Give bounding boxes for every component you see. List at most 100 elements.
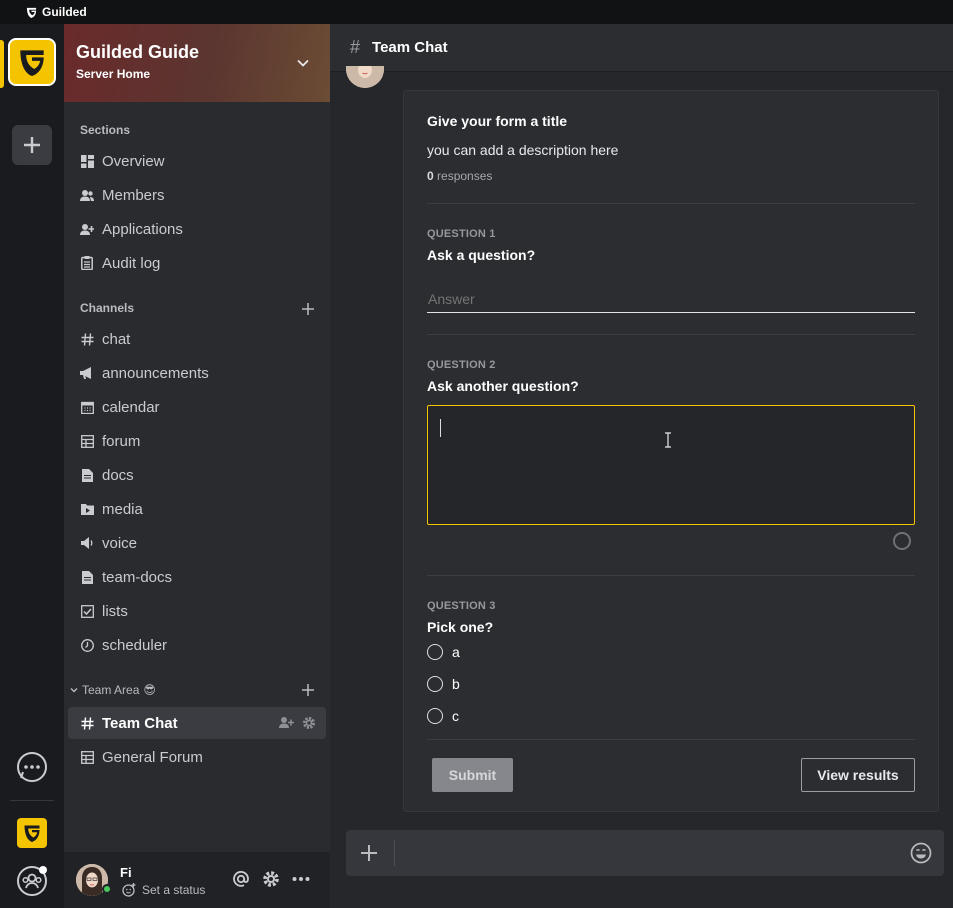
emoji-icon[interactable] <box>910 842 932 864</box>
app-title: Guilded <box>42 5 87 19</box>
radio-option-b[interactable]: b <box>427 676 460 692</box>
sidebar-item-label: media <box>102 500 143 518</box>
sidebar-item-announcements[interactable]: announcements <box>68 357 326 389</box>
gear-icon[interactable] <box>302 716 316 730</box>
more-icon[interactable] <box>292 870 310 888</box>
sidebar-item-label: docs <box>102 466 134 484</box>
divider <box>427 203 915 204</box>
sidebar-item-docs[interactable]: docs <box>68 459 326 491</box>
online-status-dot <box>102 884 112 894</box>
radio-label: b <box>452 676 460 692</box>
sidebar-item-media[interactable]: media <box>68 493 326 525</box>
sidebar-item-general-forum[interactable]: General Forum <box>68 741 326 773</box>
sidebar-item-applications[interactable]: Applications <box>68 213 326 245</box>
sidebar-item-members[interactable]: Members <box>68 179 326 211</box>
radio-option-a[interactable]: a <box>427 644 460 660</box>
rail-divider <box>10 800 54 801</box>
server-subtitle: Server Home <box>76 67 151 81</box>
main-content: # Team Chat Give your form a title you c… <box>330 24 953 908</box>
question-2-text: Ask another question? <box>427 378 579 394</box>
hash-icon <box>80 332 94 346</box>
user-status-text: Set a status <box>142 883 206 897</box>
guilded-logo-icon <box>24 825 40 842</box>
calendar-icon <box>80 400 94 414</box>
sidebar-item-overview[interactable]: Overview <box>68 145 326 177</box>
guilded-logo-icon <box>20 50 44 76</box>
sidebar-item-chat[interactable]: chat <box>68 323 326 355</box>
invite-user-icon[interactable] <box>279 716 294 729</box>
mention-icon[interactable] <box>232 870 250 888</box>
megaphone-icon <box>80 366 94 380</box>
server-header[interactable]: Guilded Guide Server Home <box>64 24 330 102</box>
forum-icon <box>80 750 94 764</box>
add-channel-plus-icon[interactable] <box>302 303 314 315</box>
plus-icon[interactable] <box>360 844 378 862</box>
submit-button[interactable]: Submit <box>432 758 513 792</box>
forum-icon <box>80 434 94 448</box>
divider <box>427 739 915 740</box>
radio-button[interactable] <box>427 644 443 660</box>
chevron-down-icon[interactable] <box>296 56 310 70</box>
add-team-channel-plus-icon[interactable] <box>302 684 314 696</box>
team-area-emoji: 😎 <box>143 683 156 697</box>
set-status-button[interactable]: Set a status <box>122 883 205 897</box>
team-area-group[interactable]: Team Area 😎 <box>70 683 156 697</box>
team-area-label: Team Area <box>82 683 140 697</box>
sidebar-item-label: forum <box>102 432 141 450</box>
question-1-label: QUESTION 1 <box>427 228 496 240</box>
add-server-button[interactable] <box>12 125 52 165</box>
sidebar-item-scheduler[interactable]: scheduler <box>68 629 326 661</box>
question-1-text: Ask a question? <box>427 247 536 263</box>
sidebar-item-team-chat[interactable]: Team Chat <box>68 707 326 739</box>
sidebar-item-label: Overview <box>102 152 165 170</box>
responses-label: responses <box>437 169 493 183</box>
sidebar-item-label: Team Chat <box>102 714 178 732</box>
radio-option-c[interactable]: c <box>427 708 459 724</box>
dashboard-icon <box>80 154 94 168</box>
view-results-button[interactable]: View results <box>801 758 915 792</box>
question-1-answer-input[interactable] <box>427 285 915 313</box>
sidebar-item-voice[interactable]: voice <box>68 527 326 559</box>
server-icon-guilded-guide[interactable] <box>8 38 56 86</box>
guilded-home-button[interactable] <box>17 818 47 848</box>
active-server-indicator <box>0 40 4 88</box>
window-titlebar: Guilded <box>0 0 953 24</box>
sidebar-item-label: team-docs <box>102 568 173 586</box>
sidebar-item-label: chat <box>102 330 131 348</box>
sidebar-item-team-docs[interactable]: team-docs <box>68 561 326 593</box>
radio-label: a <box>452 644 460 660</box>
message-author-avatar[interactable] <box>346 66 384 88</box>
composer-separator <box>394 840 395 866</box>
direct-messages-icon[interactable] <box>15 751 49 785</box>
friends-button[interactable] <box>15 864 49 898</box>
question-2-answer-textarea[interactable] <box>427 405 915 525</box>
sidebar-item-calendar[interactable]: calendar <box>68 391 326 423</box>
question-3-label: QUESTION 3 <box>427 600 496 612</box>
plus-icon <box>24 137 40 153</box>
add-user-icon <box>80 222 94 236</box>
channel-header: # Team Chat <box>330 24 953 72</box>
question-3-text: Pick one? <box>427 619 494 635</box>
text-caret <box>440 419 441 437</box>
form-description: you can add a description here <box>427 142 619 158</box>
text-cursor-icon <box>665 432 671 448</box>
responses-count: 0 <box>427 169 434 183</box>
sidebar-item-lists[interactable]: lists <box>68 595 326 627</box>
speaker-icon <box>80 536 94 550</box>
gear-icon[interactable] <box>262 870 280 888</box>
channel-title: Team Chat <box>372 39 448 56</box>
sidebar-item-forum[interactable]: forum <box>68 425 326 457</box>
form-responses: 0 responses <box>427 169 492 183</box>
radio-button[interactable] <box>427 708 443 724</box>
message-composer[interactable] <box>346 830 944 876</box>
character-count-indicator <box>893 532 911 550</box>
server-name: Guilded Guide <box>76 42 200 62</box>
media-icon <box>80 502 94 516</box>
notification-dot <box>39 866 47 874</box>
sidebar-item-label: lists <box>102 602 128 620</box>
divider <box>427 334 915 335</box>
sidebar-item-audit-log[interactable]: Audit log <box>68 247 326 279</box>
channel-sidebar: Guilded Guide Server Home Sections Overv… <box>64 24 330 908</box>
radio-button[interactable] <box>427 676 443 692</box>
sidebar-item-label: General Forum <box>102 748 203 766</box>
